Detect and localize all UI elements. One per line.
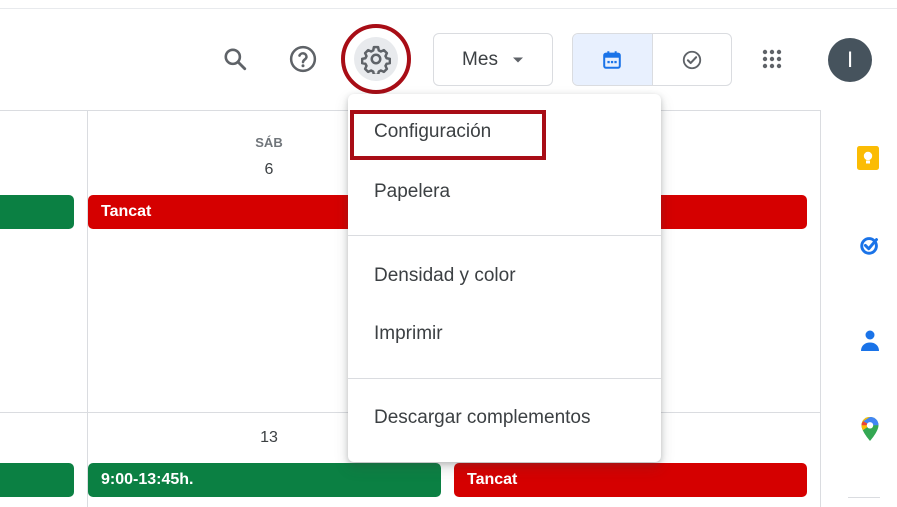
help-button[interactable] — [281, 37, 325, 81]
day-label-sat: SÁB — [255, 135, 283, 150]
keep-button[interactable] — [853, 143, 883, 173]
search-icon — [224, 48, 247, 71]
event-title: 9:00-13:45h. — [101, 471, 194, 488]
account-avatar[interactable]: I — [828, 38, 872, 82]
view-select-label: Mes — [462, 48, 498, 70]
side-panel-divider — [820, 110, 821, 507]
task-check-icon — [682, 50, 701, 69]
tasks-button[interactable] — [855, 230, 885, 260]
event-chip[interactable] — [0, 195, 74, 229]
event-chip-hours[interactable]: 9:00-13:45h. — [88, 463, 441, 497]
view-toggle — [572, 33, 732, 86]
contacts-icon — [861, 330, 879, 351]
apps-grid-icon — [762, 49, 782, 69]
configuracion-highlight-box — [350, 110, 546, 160]
maps-button[interactable] — [855, 414, 885, 444]
tasks-icon — [860, 237, 878, 255]
menu-separator — [348, 378, 661, 379]
calendar-icon — [603, 50, 622, 69]
grid-column-line — [87, 110, 88, 507]
menu-item-descargar-complementos[interactable]: Descargar complementos — [348, 396, 661, 440]
calendar-view-button[interactable] — [573, 34, 652, 85]
search-button[interactable] — [213, 37, 257, 81]
apps-button[interactable] — [750, 37, 794, 81]
menu-separator — [348, 235, 661, 236]
day-number-6[interactable]: 6 — [239, 161, 299, 179]
caret-down-icon — [512, 57, 523, 62]
side-panel-separator — [848, 497, 880, 498]
settings-highlight-ring — [341, 24, 411, 94]
tasks-view-button[interactable] — [651, 34, 732, 85]
view-select-button[interactable]: Mes — [433, 33, 553, 86]
event-chip-closed[interactable]: Tancat — [454, 463, 807, 497]
contacts-button[interactable] — [855, 326, 885, 356]
event-title: Tancat — [101, 203, 152, 220]
help-icon — [289, 45, 317, 73]
event-chip[interactable] — [0, 463, 74, 497]
top-divider — [0, 8, 897, 9]
menu-item-imprimir[interactable]: Imprimir — [348, 312, 661, 356]
day-number-13[interactable]: 13 — [239, 429, 299, 447]
maps-pin-icon — [861, 417, 879, 441]
menu-item-densidad-color[interactable]: Densidad y color — [348, 254, 661, 298]
keep-icon — [857, 146, 879, 170]
menu-item-papelera[interactable]: Papelera — [348, 170, 661, 214]
event-title: Tancat — [467, 471, 518, 488]
